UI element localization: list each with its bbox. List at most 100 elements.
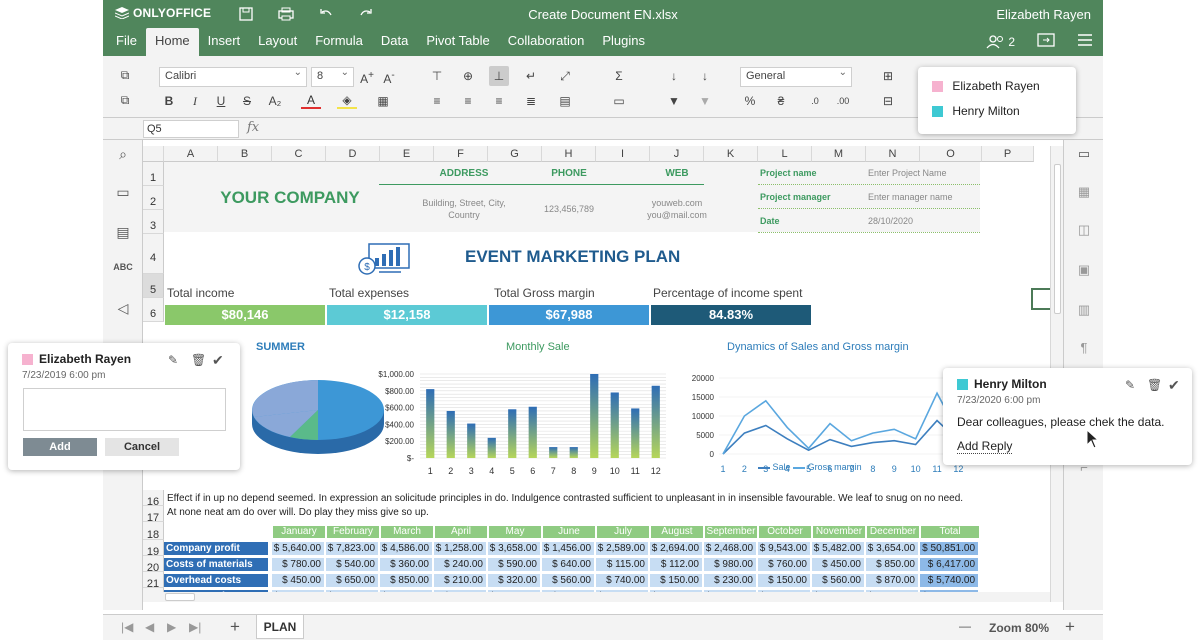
row-label[interactable]: Costs of materials (164, 558, 268, 571)
strikethrough-icon[interactable]: S (237, 91, 257, 111)
table-cell[interactable]: $ 6,417.00 (920, 558, 978, 571)
column-header[interactable]: E (380, 146, 434, 162)
align-top-icon[interactable]: ⊤ (427, 66, 447, 86)
table-cell[interactable]: $ 450.00 (272, 574, 324, 587)
column-header[interactable]: I (596, 146, 650, 162)
decrease-font-icon[interactable]: A- (379, 66, 399, 86)
table-cell[interactable]: $ 115.00 (596, 558, 648, 571)
paste-icon[interactable]: ⧉ (115, 90, 135, 110)
copy-icon[interactable]: ⧉ (115, 65, 135, 85)
table-cell[interactable]: $ 9,543.00 (758, 542, 810, 555)
spreadsheet-grid[interactable]: ABCDEFGHIJKLMNOP 12345616171819202122 YO… (143, 146, 1063, 602)
sort-descending-icon[interactable]: ↓ (695, 66, 715, 86)
next-sheet-icon[interactable]: ▶ (167, 620, 176, 634)
table-cell[interactable]: $ 112.00 (650, 558, 702, 571)
delete-cells-icon[interactable]: ⊟ (878, 91, 898, 111)
font-size-select[interactable]: 8 (311, 67, 354, 87)
tab-file[interactable]: File (107, 28, 146, 56)
column-header[interactable]: A (164, 146, 218, 162)
hamburger-menu-icon[interactable] (1077, 34, 1093, 49)
row-header[interactable]: 21 (143, 572, 164, 590)
add-reply-link[interactable]: Add Reply (957, 439, 1013, 454)
row-header[interactable]: 18 (143, 522, 164, 541)
table-cell[interactable]: $ 210.00 (434, 574, 486, 587)
align-right-icon[interactable]: ≡ (489, 91, 509, 111)
row-header[interactable]: 6 (143, 298, 164, 322)
column-header[interactable]: F (434, 146, 488, 162)
table-cell[interactable]: $ 540.00 (326, 558, 378, 571)
table-cell[interactable]: $ 560.00 (542, 574, 594, 587)
column-header[interactable]: H (542, 146, 596, 162)
tab-layout[interactable]: Layout (249, 28, 306, 56)
fill-color-icon[interactable]: ◈ (337, 91, 357, 109)
delete-icon[interactable]: 🗑 (1147, 378, 1162, 392)
table-cell[interactable]: $ 1,456.00 (542, 542, 594, 555)
table-cell[interactable]: $ 780.00 (272, 558, 324, 571)
font-color-icon[interactable]: A (301, 91, 321, 109)
underline-icon[interactable]: U (211, 91, 231, 111)
horizontal-scroll-thumb[interactable] (165, 593, 195, 601)
tab-pivot-table[interactable]: Pivot Table (417, 28, 498, 56)
borders-icon[interactable]: ▦ (373, 91, 393, 111)
tab-insert[interactable]: Insert (199, 28, 250, 56)
column-header[interactable]: P (982, 146, 1034, 162)
column-header[interactable]: O (920, 146, 982, 162)
row-header[interactable]: 1 (143, 162, 164, 186)
table-cell[interactable]: $ 650.00 (326, 574, 378, 587)
align-left-icon[interactable]: ≡ (427, 91, 447, 111)
subscript-icon[interactable]: A₂ (265, 91, 285, 111)
sheet-tab-plan[interactable]: PLAN (256, 615, 304, 639)
users-button[interactable]: 2 (986, 35, 1015, 49)
named-ranges-icon[interactable]: ▭ (609, 91, 629, 111)
percent-icon[interactable]: % (740, 91, 760, 111)
table-cell[interactable]: $ 5,740.00 (920, 574, 978, 587)
tab-formula[interactable]: Formula (306, 28, 372, 56)
column-header[interactable]: M (812, 146, 866, 162)
decrease-decimal-icon[interactable]: .0 (805, 91, 825, 111)
currency-icon[interactable]: ₴ (771, 91, 791, 111)
bold-icon[interactable]: B (159, 91, 179, 111)
zoom-in-icon[interactable]: + (1065, 617, 1075, 637)
table-cell[interactable]: $ 7,823.00 (326, 542, 378, 555)
tab-collaboration[interactable]: Collaboration (499, 28, 594, 56)
column-header[interactable]: N (866, 146, 920, 162)
table-cell[interactable]: $ 3,654.00 (866, 542, 918, 555)
column-header[interactable]: D (326, 146, 380, 162)
orientation-icon[interactable]: ⤢ (555, 66, 575, 86)
sum-icon[interactable]: Σ (609, 66, 629, 86)
clear-filter-icon[interactable]: ▼ (695, 91, 715, 111)
row-header[interactable]: 16 (143, 490, 164, 508)
last-sheet-icon[interactable]: ▶| (189, 620, 201, 634)
table-cell[interactable]: $ 2,468.00 (704, 542, 756, 555)
spellcheck-icon[interactable]: ABC (113, 262, 133, 280)
function-icon[interactable]: fx (247, 120, 259, 135)
cell-name-box[interactable]: Q5 (143, 120, 239, 138)
row-header[interactable]: 2 (143, 186, 164, 210)
table-cell[interactable]: $ 980.00 (704, 558, 756, 571)
horizontal-scrollbar[interactable] (143, 592, 1050, 602)
table-cell[interactable]: $ 870.00 (866, 574, 918, 587)
table-cell[interactable]: $ 50,851.00 (920, 542, 978, 555)
align-bottom-icon[interactable]: ⊥ (489, 66, 509, 86)
column-header[interactable]: L (758, 146, 812, 162)
resolve-check-icon[interactable]: ✔ (212, 352, 224, 369)
first-sheet-icon[interactable]: |◀ (121, 620, 133, 634)
row-label[interactable]: Overhead costs (164, 574, 268, 587)
table-cell[interactable]: $ 230.00 (704, 574, 756, 587)
filter-icon[interactable]: ▼ (664, 91, 684, 111)
increase-decimal-icon[interactable]: .00 (833, 91, 853, 111)
row-header[interactable]: 4 (143, 234, 164, 274)
align-center-icon[interactable]: ≡ (458, 91, 478, 111)
table-cell[interactable]: $ 760.00 (758, 558, 810, 571)
shape-settings-icon[interactable]: ◫ (1074, 222, 1094, 240)
comment-textarea[interactable] (23, 388, 226, 431)
search-icon[interactable]: ⌕ (113, 146, 133, 164)
chart-settings-icon[interactable]: ▥ (1074, 302, 1094, 320)
column-header[interactable]: K (704, 146, 758, 162)
column-header[interactable]: B (218, 146, 272, 162)
row-header[interactable]: 5 (143, 274, 164, 298)
edit-icon[interactable]: ✎ (1125, 378, 1135, 392)
cancel-button[interactable]: Cancel (105, 438, 179, 456)
table-cell[interactable]: $ 150.00 (758, 574, 810, 587)
table-cell[interactable]: $ 5,482.00 (812, 542, 864, 555)
